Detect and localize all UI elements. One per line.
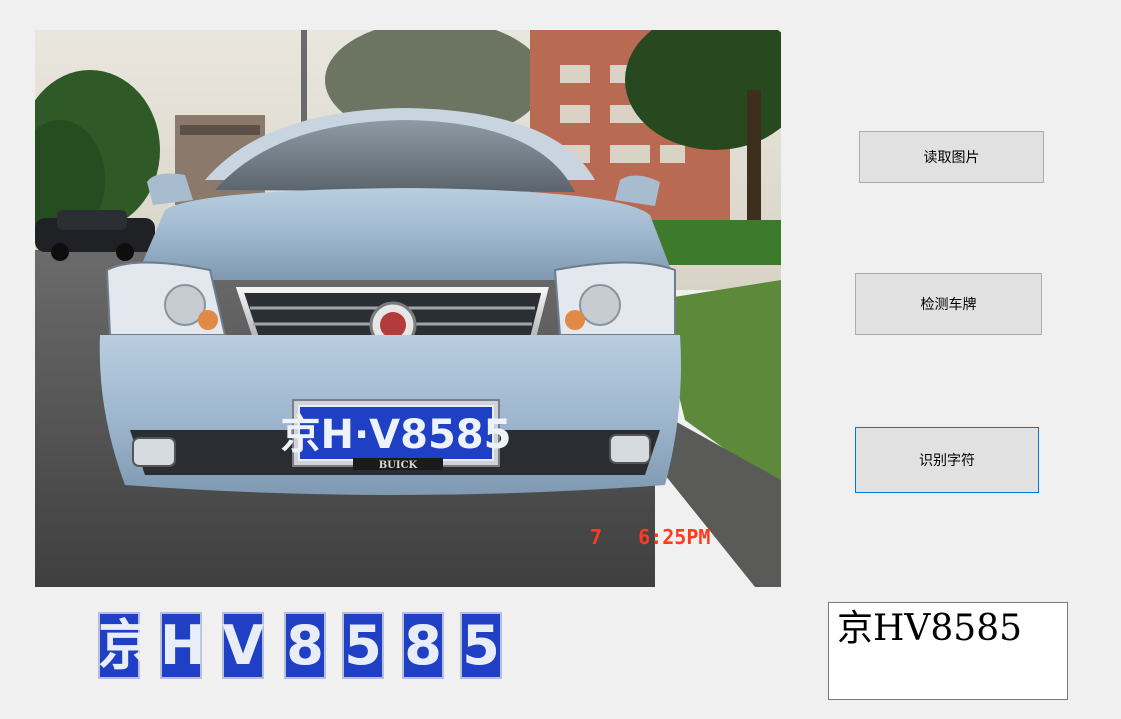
result-text: 京HV8585 [837, 608, 1023, 649]
recognize-chars-button[interactable]: 识别字符 [855, 427, 1039, 493]
result-textbox[interactable]: 京HV8585 [828, 602, 1068, 700]
segmented-char-4: 8 [284, 612, 326, 679]
plate-frame-brand: BUICK [379, 460, 418, 471]
photo-timestamp: 7 6:25PM [590, 525, 710, 549]
segmented-char-2: H [160, 612, 202, 679]
vehicle-photo: 京H·V8585 BUICK 7 6:25PM [35, 30, 781, 587]
license-plate-text: 京H·V8585 [281, 412, 512, 458]
segmented-char-3: V [222, 612, 264, 679]
segmented-char-7: 5 [460, 612, 502, 679]
segmented-char-5: 5 [342, 612, 384, 679]
segmented-char-6: 8 [402, 612, 444, 679]
recognize-chars-label: 识别字符 [919, 453, 975, 469]
segmented-char-1: 京 [98, 612, 140, 679]
detect-plate-label: 检测车牌 [920, 297, 977, 313]
read-image-label: 读取图片 [923, 150, 980, 166]
detect-plate-button[interactable]: 检测车牌 [855, 273, 1042, 335]
read-image-button[interactable]: 读取图片 [859, 131, 1044, 183]
